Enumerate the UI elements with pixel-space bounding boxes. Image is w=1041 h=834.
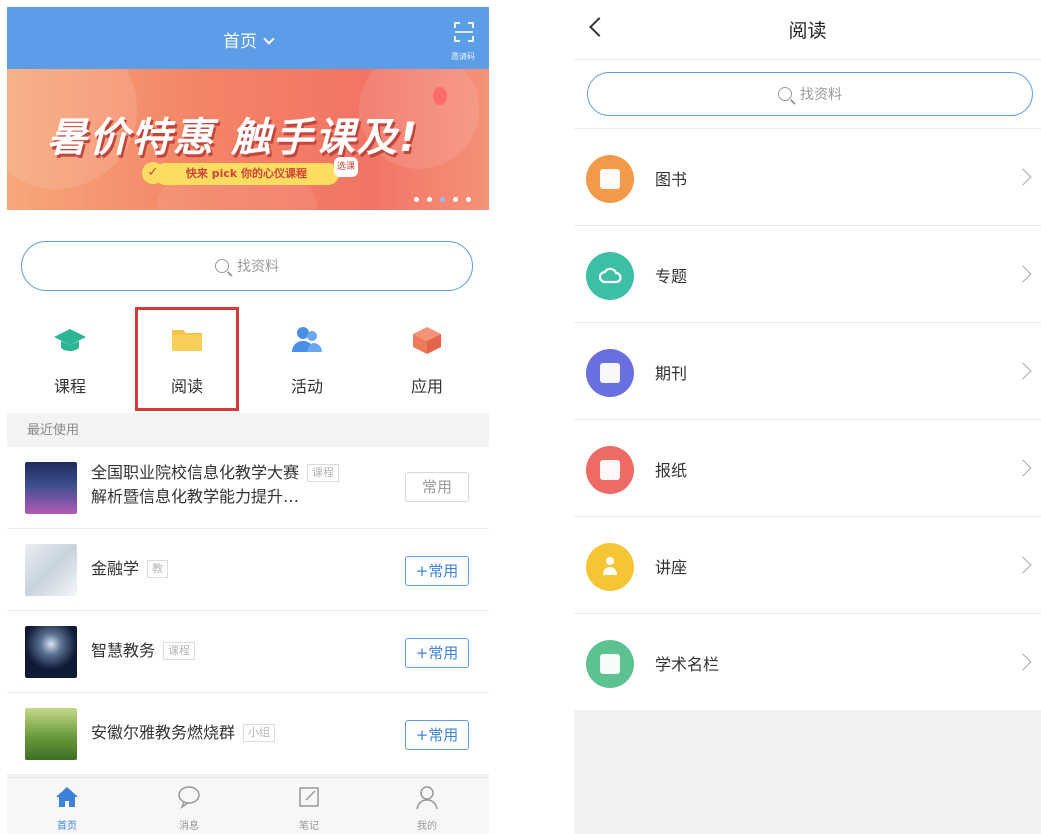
add-common-button[interactable]: +常用 xyxy=(405,638,469,668)
banner-headline: 暑价特惠 触手课及! xyxy=(47,115,420,161)
cloud-icon xyxy=(586,252,634,300)
search-placeholder: 找资料 xyxy=(237,259,279,275)
chevron-right-icon xyxy=(1014,265,1032,283)
cube-icon xyxy=(413,327,441,354)
search-icon xyxy=(215,259,229,273)
reading-item-topics[interactable]: 专题 xyxy=(574,226,1041,323)
list-item[interactable]: 智慧教务 课程 +常用 xyxy=(7,611,489,693)
carousel-dot[interactable] xyxy=(414,197,419,202)
recent-section-header: 最近使用 xyxy=(7,413,489,447)
carousel-dots[interactable] xyxy=(414,197,471,202)
tab-me[interactable]: 我的 xyxy=(387,784,467,832)
reading-item-label: 期刊 xyxy=(655,364,688,383)
chevron-right-icon xyxy=(1014,362,1032,380)
home-icon xyxy=(56,787,78,807)
tab-messages[interactable]: 消息 xyxy=(149,784,229,832)
bottom-tab-bar: 首页 消息 笔记 我的 xyxy=(7,777,489,834)
menu-label: 课程 xyxy=(53,377,86,396)
reading-item-books[interactable]: 图书 xyxy=(574,129,1041,226)
reading-item-label: 讲座 xyxy=(655,558,688,577)
promo-banner[interactable]: 暑价特惠 触手课及! 快来 pick 你的心仪课程 ✓ 选课 xyxy=(7,69,489,210)
search-placeholder: 找资料 xyxy=(800,87,842,103)
reading-item-label: 报纸 xyxy=(655,461,688,480)
newspaper-icon xyxy=(586,446,634,494)
common-button[interactable]: 常用 xyxy=(405,472,469,502)
carousel-dot[interactable] xyxy=(453,197,458,202)
search-input[interactable]: 找资料 xyxy=(21,241,473,291)
list-item[interactable]: 安徽尔雅教务燃烧群 小组 +常用 xyxy=(7,693,489,775)
lecture-icon xyxy=(586,543,634,591)
group-thumbnail xyxy=(25,708,77,760)
reading-item-label: 图书 xyxy=(655,170,688,189)
chevron-right-icon xyxy=(1014,556,1032,574)
list-item-title: 全国职业院校信息化教学大赛 课程 解析暨信息化教学能力提升… xyxy=(91,461,340,509)
balloon-icon xyxy=(433,87,447,105)
home-header: 首页 邀请码 xyxy=(7,7,489,69)
invite-code-label: 邀请码 xyxy=(451,52,475,61)
list-item-title: 智慧教务 课程 xyxy=(91,639,196,663)
reading-highlight-box xyxy=(135,307,239,411)
check-icon: ✓ xyxy=(142,162,164,184)
add-common-button[interactable]: +常用 xyxy=(405,556,469,586)
menu-label: 活动 xyxy=(290,377,323,396)
reading-item-lectures[interactable]: 讲座 xyxy=(574,517,1041,614)
chevron-right-icon xyxy=(1014,653,1032,671)
tab-notes[interactable]: 笔记 xyxy=(269,784,349,832)
note-icon xyxy=(299,787,319,807)
course-thumbnail xyxy=(25,626,77,678)
carousel-dot[interactable] xyxy=(427,197,432,202)
empty-area xyxy=(574,710,1041,834)
list-item-tag: 小组 xyxy=(243,724,276,742)
book-icon xyxy=(586,155,634,203)
list-item-title: 金融学教 xyxy=(91,557,169,581)
tab-home[interactable]: 首页 xyxy=(27,784,107,832)
home-screen: 首页 邀请码 暑价特惠 触手课及! 快来 pick 你的心仪课程 ✓ 选课 找资… xyxy=(7,7,489,834)
reading-item-newspapers[interactable]: 报纸 xyxy=(574,420,1041,517)
banner-pill: 快来 pick 你的心仪课程 xyxy=(154,163,339,185)
course-thumbnail xyxy=(25,544,77,596)
search-icon xyxy=(778,87,792,101)
user-icon xyxy=(416,786,438,810)
reading-screen: 阅读 找资料 图书 专题 期刊 报纸 讲座 学术名栏 xyxy=(574,0,1041,834)
home-title-dropdown[interactable]: 首页 xyxy=(7,7,489,69)
reading-item-academic-columns[interactable]: 学术名栏 xyxy=(574,614,1041,711)
list-item-title: 安徽尔雅教务燃烧群 小组 xyxy=(91,721,276,745)
list-item-tag: 教 xyxy=(147,560,169,578)
chevron-right-icon xyxy=(1014,459,1032,477)
reading-item-label: 学术名栏 xyxy=(655,655,720,674)
chat-icon xyxy=(178,786,200,809)
academic-icon xyxy=(586,640,634,688)
course-thumbnail xyxy=(25,462,77,514)
add-common-button[interactable]: +常用 xyxy=(405,720,469,750)
menu-item-apps[interactable]: 应用 xyxy=(372,325,482,397)
page-title: 阅读 xyxy=(788,20,827,42)
scan-icon[interactable] xyxy=(453,21,475,43)
graduation-cap-icon xyxy=(54,329,86,351)
chevron-down-icon xyxy=(263,33,275,45)
list-item[interactable]: 金融学教 +常用 xyxy=(7,529,489,611)
list-item[interactable]: 全国职业院校信息化教学大赛 课程 解析暨信息化教学能力提升… 常用 xyxy=(7,447,489,529)
search-input[interactable]: 找资料 xyxy=(587,72,1033,116)
menu-item-course[interactable]: 课程 xyxy=(15,325,125,397)
carousel-dot[interactable] xyxy=(466,197,471,202)
menu-item-activity[interactable]: 活动 xyxy=(252,325,362,397)
chevron-right-icon xyxy=(1014,168,1032,186)
list-item-tag: 课程 xyxy=(163,642,196,660)
reading-header: 阅读 xyxy=(574,0,1041,60)
reading-item-label: 专题 xyxy=(655,267,688,286)
people-icon xyxy=(292,327,322,352)
menu-label: 应用 xyxy=(410,377,443,396)
journal-icon xyxy=(586,349,634,397)
reading-item-journals[interactable]: 期刊 xyxy=(574,323,1041,420)
carousel-dot-active[interactable] xyxy=(440,197,445,202)
list-item-tag: 课程 xyxy=(307,464,340,482)
book-badge: 选课 xyxy=(334,157,358,177)
